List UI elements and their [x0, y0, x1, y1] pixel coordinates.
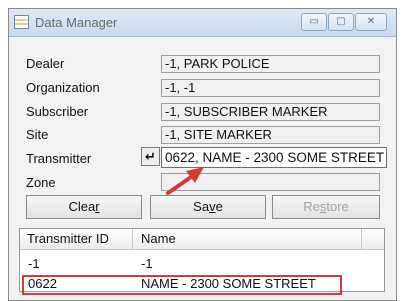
restore-button[interactable]: Restore	[272, 195, 380, 219]
restore-button-label: Re	[303, 199, 320, 214]
row-transmitter-id: -1	[28, 256, 40, 271]
dealer-label: Dealer	[26, 56, 65, 71]
restore-button-label-end: tore	[326, 199, 349, 214]
dealer-field[interactable]: -1, PARK POLICE	[161, 55, 380, 73]
row-highlight-annotation	[22, 275, 342, 295]
column-header-name[interactable]: Name	[133, 229, 362, 249]
subscriber-field[interactable]: -1, SUBSCRIBER MARKER	[161, 103, 380, 121]
save-button-label-end: e	[215, 199, 223, 214]
clear-button-label: Clea	[68, 199, 96, 214]
site-field[interactable]: -1, SITE MARKER	[161, 126, 380, 144]
title-bar[interactable]: Data Manager ▭ ▢ ✕	[9, 9, 396, 37]
site-label: Site	[26, 127, 49, 142]
clear-button-hotkey: r	[95, 199, 100, 214]
list-header: Transmitter ID Name	[20, 229, 384, 250]
app-icon	[14, 15, 29, 29]
transmitter-enter-button[interactable]: ↵	[141, 147, 160, 166]
minimize-button[interactable]: ▭	[301, 13, 327, 31]
window-title: Data Manager	[35, 15, 118, 30]
transmitter-label: Transmitter	[26, 151, 92, 166]
subscriber-label: Subscriber	[26, 104, 89, 119]
save-button[interactable]: Save	[150, 195, 266, 219]
save-button-label: Sa	[193, 199, 210, 214]
zone-label: Zone	[26, 175, 56, 190]
close-button[interactable]: ✕	[355, 13, 387, 31]
annotation-arrow	[166, 167, 204, 195]
row-name: -1	[141, 256, 153, 271]
clear-button[interactable]: Clear	[26, 195, 142, 219]
column-header-transmitter-id[interactable]: Transmitter ID	[20, 229, 133, 249]
list-row[interactable]: -1 -1	[20, 254, 384, 273]
maximize-button[interactable]: ▢	[328, 13, 354, 31]
organization-field[interactable]: -1, -1	[161, 79, 380, 97]
organization-label: Organization	[26, 80, 100, 95]
